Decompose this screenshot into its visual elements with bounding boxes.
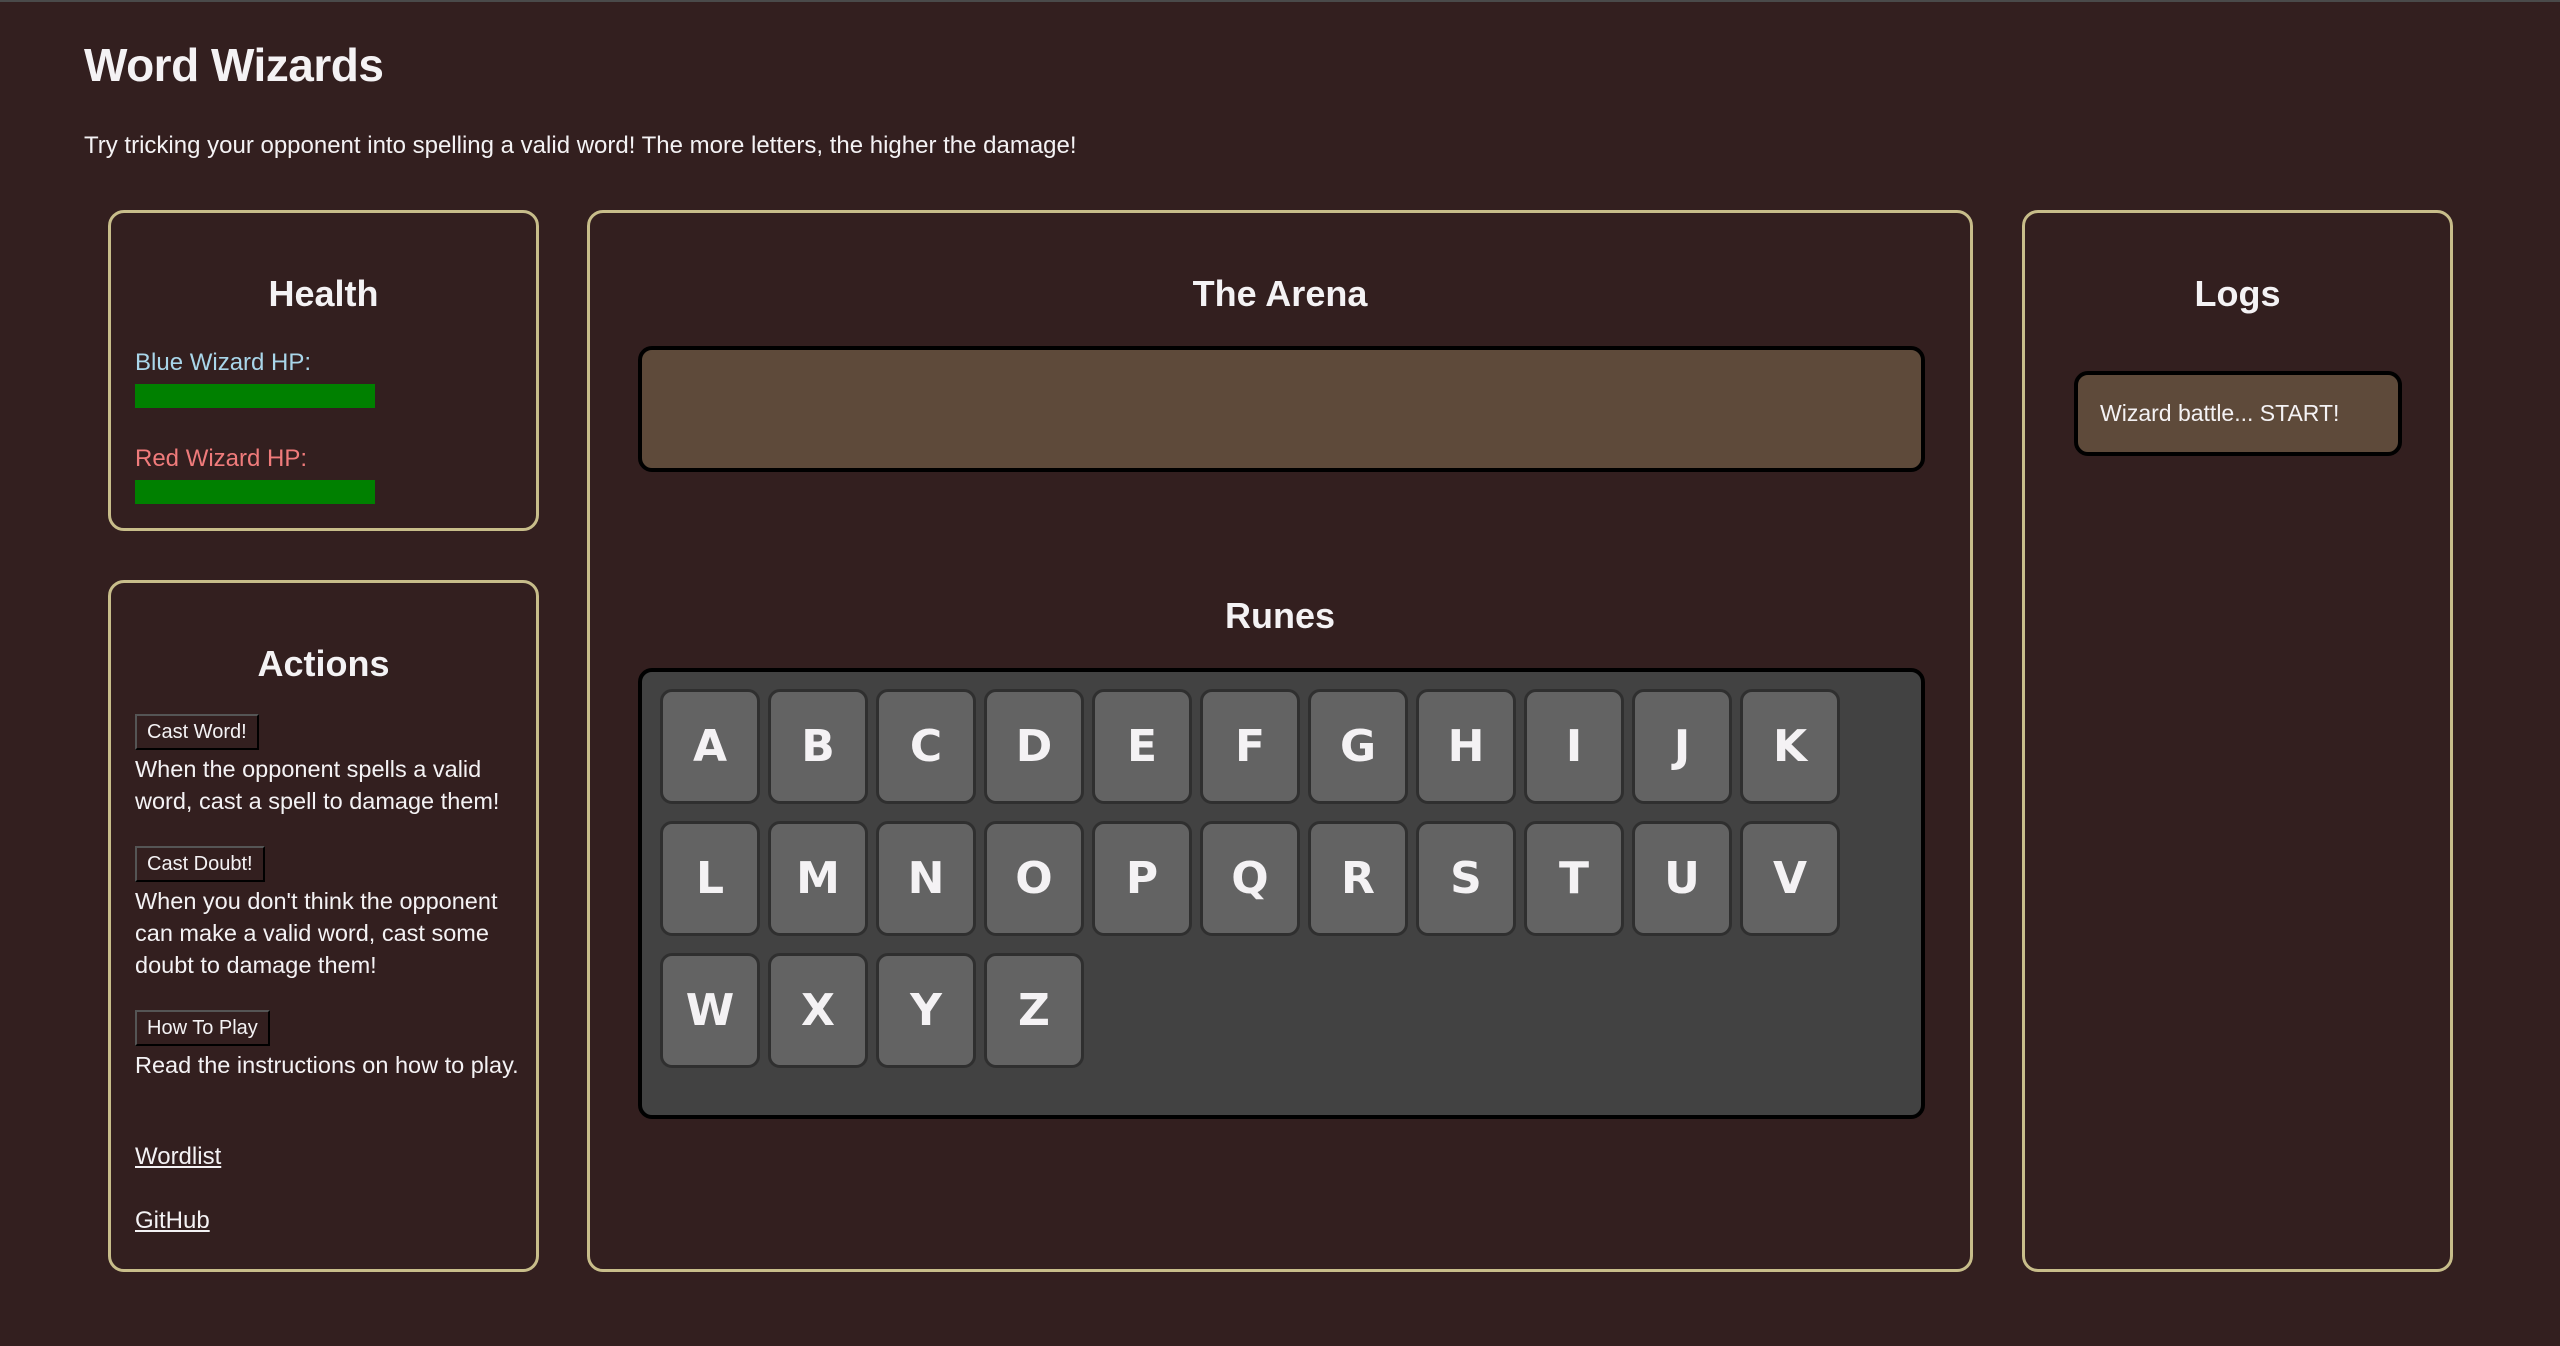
rune-key-i[interactable]: I [1524, 689, 1624, 804]
rune-key-z[interactable]: Z [984, 953, 1084, 1068]
rune-key-w[interactable]: W [660, 953, 760, 1068]
log-entry: Wizard battle... START! [2074, 371, 2402, 456]
blue-wizard-hp-fill [135, 384, 375, 408]
logs-heading: Logs [2194, 273, 2281, 314]
rune-key-g[interactable]: G [1308, 689, 1408, 804]
rune-key-j[interactable]: J [1632, 689, 1732, 804]
github-link[interactable]: GitHub [135, 1207, 210, 1235]
rune-key-q[interactable]: Q [1200, 821, 1300, 936]
arena-heading: The Arena [1192, 273, 1368, 314]
page-subtitle: Try tricking your opponent into spelling… [84, 132, 1077, 159]
rune-keyboard: ABCDEFGHIJK LMNOPQRSTUV WXYZ [638, 668, 1925, 1119]
rune-key-e[interactable]: E [1092, 689, 1192, 804]
health-heading: Health [268, 273, 379, 314]
rune-key-t[interactable]: T [1524, 821, 1624, 936]
actions-panel: Actions Cast Word! When the opponent spe… [108, 580, 539, 1272]
blue-wizard-hp-label: Blue Wizard HP: [135, 349, 312, 376]
top-border-line [0, 0, 2560, 2]
logs-panel: Logs Wizard battle... START! [2022, 210, 2453, 1272]
rune-key-l[interactable]: L [660, 821, 760, 936]
cast-word-description: When the opponent spells a valid word, c… [135, 756, 500, 814]
rune-key-c[interactable]: C [876, 689, 976, 804]
rune-key-f[interactable]: F [1200, 689, 1300, 804]
rune-key-s[interactable]: S [1416, 821, 1516, 936]
rune-key-x[interactable]: X [768, 953, 868, 1068]
rune-key-m[interactable]: M [768, 821, 868, 936]
wordlist-link[interactable]: Wordlist [135, 1143, 221, 1171]
rune-key-y[interactable]: Y [876, 953, 976, 1068]
rune-key-d[interactable]: D [984, 689, 1084, 804]
runes-heading: Runes [1224, 595, 1336, 636]
rune-key-r[interactable]: R [1308, 821, 1408, 936]
cast-doubt-description: When you don't think the opponent can ma… [135, 888, 498, 978]
health-panel: Health Blue Wizard HP: Red Wizard HP: [108, 210, 539, 531]
rune-key-k[interactable]: K [1740, 689, 1840, 804]
red-wizard-hp-fill [135, 480, 375, 504]
rune-key-p[interactable]: P [1092, 821, 1192, 936]
rune-key-a[interactable]: A [660, 689, 760, 804]
page-title: Word Wizards [84, 39, 384, 91]
rune-key-v[interactable]: V [1740, 821, 1840, 936]
blue-wizard-hp-bar [135, 384, 375, 408]
how-to-play-description: Read the instructions on how to play. [135, 1052, 519, 1078]
red-wizard-hp-bar [135, 480, 375, 504]
rune-key-b[interactable]: B [768, 689, 868, 804]
rune-key-n[interactable]: N [876, 821, 976, 936]
cast-doubt-button[interactable]: Cast Doubt! [135, 846, 265, 882]
rune-key-o[interactable]: O [984, 821, 1084, 936]
arena-word-display [638, 346, 1925, 472]
how-to-play-button[interactable]: How To Play [135, 1010, 270, 1046]
red-wizard-hp-label: Red Wizard HP: [135, 445, 308, 472]
rune-key-h[interactable]: H [1416, 689, 1516, 804]
actions-heading: Actions [257, 643, 390, 684]
rune-key-u[interactable]: U [1632, 821, 1732, 936]
cast-word-button[interactable]: Cast Word! [135, 714, 259, 750]
arena-panel: The Arena Runes ABCDEFGHIJK LMNOPQRSTUV WX… [587, 210, 1973, 1272]
